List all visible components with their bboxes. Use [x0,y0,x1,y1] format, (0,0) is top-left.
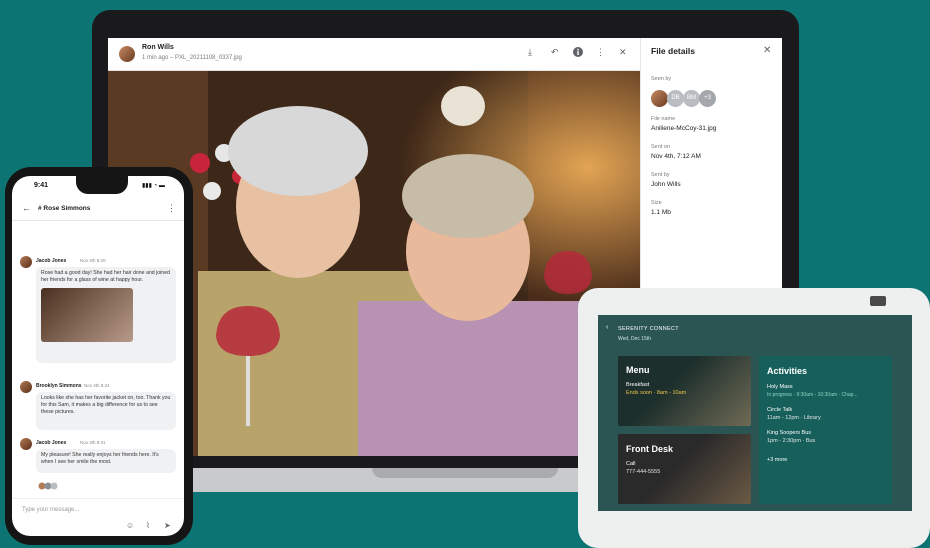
file-size: 1.1 Mb [651,209,671,216]
call-label: Call [626,461,636,467]
message-time: Nov 4th 8:24 [84,383,110,388]
front-desk-title: Front Desk [626,444,674,454]
activities-title: Activities [767,366,808,376]
front-desk-phone: 777-444-5555 [626,469,661,475]
phone-screen: 9:41 ▮▮▮ ◔ ▬ ← # Rose Simmons ⋮ Jacob Jo… [12,176,184,536]
camera-icon [870,296,886,306]
message-author: Brooklyn Simmons [36,383,82,389]
info-icon[interactable] [573,47,583,59]
message-input[interactable]: Type your message... [22,507,79,513]
more-icon[interactable]: ⋮ [596,47,605,57]
message-text: Rose had a good day! She had her hair do… [41,270,170,284]
emoji-icon[interactable]: ☺ [126,521,134,530]
activities-more-link[interactable]: +3 more [767,457,787,463]
app-title: SERENITY CONNECT [618,326,679,332]
avatar[interactable] [20,256,32,268]
close-icon[interactable]: ✕ [619,47,627,57]
back-chevron-icon[interactable]: ‹ [606,324,608,331]
sent-by-label: Sent by [651,172,670,178]
status-icons: ▮▮▮ ◔ ▬ [142,183,165,189]
message-author: Jacob Jones [36,258,67,264]
download-icon[interactable]: ⤓ [528,47,532,57]
menu-card-title: Menu [626,365,650,375]
seen-avatar[interactable]: DB [667,90,684,107]
current-date: Wed, Dec 15th [618,336,651,342]
activity-name: Holy Mass [767,384,793,390]
reply-icon[interactable]: ↶ [551,47,559,57]
activity-detail: In progress · 9:30am - 10:30am · Chap... [767,392,858,398]
message-text: Looks like she has her favorite jacket o… [41,395,171,416]
sent-on-label: Sent on [651,144,670,150]
message-photo[interactable] [41,288,133,343]
image-viewer-header: Ron Wills 1 min ago – PXL_20211108_0337.… [108,38,640,71]
size-label: Size [651,200,662,206]
menu-status: Ends soon · 8am - 10am [626,390,687,396]
panel-title: File details [651,46,695,56]
activity-name: King Soopers Bus [767,430,812,436]
message-text: My pleasure! She really enjoys her frien… [41,452,159,466]
back-arrow-icon[interactable]: ← [22,203,31,213]
chat-title: # Rose Simmons [38,205,91,212]
sent-by: John Wills [651,181,681,188]
message-time: Nov 4th 8:20 [80,258,106,263]
activity-detail: 11am - 12pm · Library [767,415,821,421]
avatar[interactable] [20,381,32,393]
menu-card[interactable]: Menu Breakfast Ends soon · 8am - 10am [618,356,751,426]
activities-card[interactable]: Activities Holy Mass In progress · 9:30a… [759,356,892,504]
chat-header: ← # Rose Simmons ⋮ [12,198,184,221]
menu-meal: Breakfast [626,382,650,388]
message-time: Nov 4th 8:31 [80,440,106,445]
image-meta: 1 min ago – PXL_20211108_0337.jpg [142,55,242,61]
seen-more-badge[interactable]: +3 [699,90,716,107]
sender-name: Ron Wills [142,44,174,51]
smart-display-screen: ‹ SERENITY CONNECT Wed, Dec 15th Menu Br… [598,315,912,511]
status-time: 9:41 [34,182,49,189]
message-bubble: Looks like she has her favorite jacket o… [36,392,176,430]
attach-icon[interactable]: ⌇ [146,521,150,530]
message-composer: Type your message... ☺ ⌇ ➤ [12,498,184,536]
front-desk-card[interactable]: Front Desk Call 777-444-5555 [618,434,751,504]
activity-name: Circle Talk [767,407,793,413]
seen-avatar[interactable]: BM [683,90,700,107]
sender-avatar [118,45,136,63]
activity-detail: 1pm - 2:30pm · Bus [767,438,816,444]
file-name-label: File name [651,116,676,122]
avatar[interactable] [20,438,32,450]
file-name: Aniliene-McCoy-31.jpg [651,125,717,132]
seen-avatar[interactable] [651,90,668,107]
more-icon[interactable]: ⋮ [167,203,176,214]
sent-on: Nov 4th, 7:12 AM [651,153,701,160]
read-receipts [38,477,60,490]
message-author: Jacob Jones [36,440,67,446]
dynamic-island [76,176,128,194]
seen-by-label: Seen by [651,76,672,82]
message-bubble: Rose had a good day! She had her hair do… [36,267,176,363]
laptop-notch [372,468,558,478]
close-icon[interactable]: ✕ [763,45,771,56]
message-bubble: My pleasure! She really enjoys her frien… [36,449,176,473]
send-icon[interactable]: ➤ [164,521,171,530]
